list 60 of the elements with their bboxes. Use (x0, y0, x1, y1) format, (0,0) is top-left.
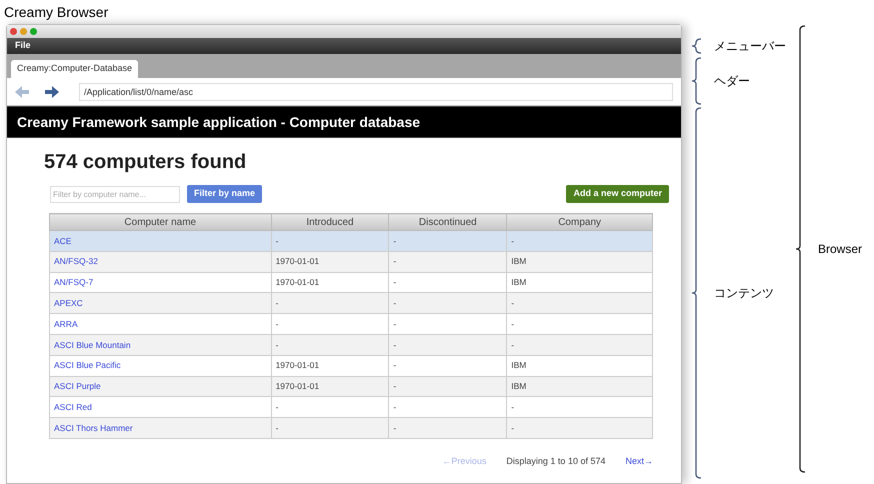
column-header[interactable]: Discontinued (388, 214, 507, 230)
annotation-label: Browser (818, 243, 862, 255)
bracket-line (690, 38, 702, 54)
table-cell: - (506, 418, 652, 438)
table-cell: - (506, 334, 652, 356)
table-cell: - (506, 314, 652, 334)
annotation-label: メニューバー (714, 40, 786, 52)
table-cell: - (388, 314, 507, 334)
table-cell: 1970-01-01 (271, 355, 389, 376)
add-computer-button[interactable]: Add a new computer (566, 185, 669, 203)
filter-field[interactable]: Filter by computer name... (50, 186, 180, 202)
computer-link[interactable]: ARRA (50, 314, 272, 334)
forward-arrow-icon[interactable] (45, 86, 59, 98)
close-icon[interactable] (10, 28, 17, 35)
computer-link[interactable]: ASCI Thors Hammer (50, 418, 272, 438)
computer-link[interactable]: ASCI Blue Mountain (50, 334, 272, 356)
table-cell: - (271, 314, 389, 334)
table-cell: - (506, 230, 652, 252)
table-row[interactable]: ASCI Thors Hammer - - - (50, 418, 652, 438)
address-field[interactable]: /Application/list/0/name/asc (79, 82, 673, 100)
table-row[interactable]: ASCI Red - - - (50, 396, 652, 418)
computer-link[interactable]: ASCI Blue Pacific (50, 355, 272, 376)
column-header[interactable]: Company (506, 214, 652, 230)
table-cell: 1970-01-01 (271, 251, 389, 272)
table-cell: - (271, 230, 389, 252)
menu-item[interactable]: File (15, 39, 31, 53)
annotation-label: ヘダー (714, 75, 750, 87)
table-row[interactable]: ARRA - - - (50, 314, 652, 334)
table-row[interactable]: APEXC - - - (50, 292, 652, 314)
zoom-icon[interactable] (30, 28, 37, 35)
table-row[interactable]: ASCI Blue Mountain - - - (50, 334, 652, 356)
app-header: Creamy Framework sample application - Computer database (7, 106, 681, 138)
filter-button[interactable]: Filter by name (187, 185, 262, 203)
table-row[interactable]: ACE - - - (50, 230, 652, 252)
page-title: Creamy Browser (4, 3, 108, 22)
pagination-status: Displaying 1 to 10 of 574 (506, 454, 606, 468)
table-cell: IBM (506, 251, 652, 272)
table-cell: - (388, 355, 507, 376)
computer-link[interactable]: ACE (50, 230, 272, 252)
table-row[interactable]: ASCI Purple 1970-01-01 - IBM (50, 376, 652, 397)
annotation-label: コンテンツ (714, 287, 774, 299)
table-cell: - (388, 251, 507, 272)
column-header[interactable]: Introduced (271, 214, 389, 230)
table-row[interactable]: AN/FSQ-32 1970-01-01 - IBM (50, 251, 652, 272)
table-cell: - (388, 230, 507, 252)
table-cell: - (388, 418, 507, 438)
table-cell: - (271, 418, 389, 438)
back-arrow-icon[interactable] (15, 86, 29, 98)
table-cell: IBM (506, 355, 652, 376)
minimize-icon[interactable] (20, 28, 27, 35)
next-link[interactable]: Next→ (625, 454, 653, 468)
table-row[interactable]: ASCI Blue Pacific 1970-01-01 - IBM (50, 355, 652, 376)
table-row[interactable]: AN/FSQ-7 1970-01-01 - IBM (50, 272, 652, 293)
column-header[interactable]: Computer name (50, 214, 272, 230)
tab[interactable]: Creamy:Computer-Database (11, 60, 138, 78)
computer-link[interactable]: AN/FSQ-32 (50, 251, 272, 272)
table-cell: - (271, 334, 389, 356)
results-heading: 574 computers found (44, 150, 248, 175)
table-cell: - (388, 334, 507, 356)
bracket-line (690, 57, 702, 105)
